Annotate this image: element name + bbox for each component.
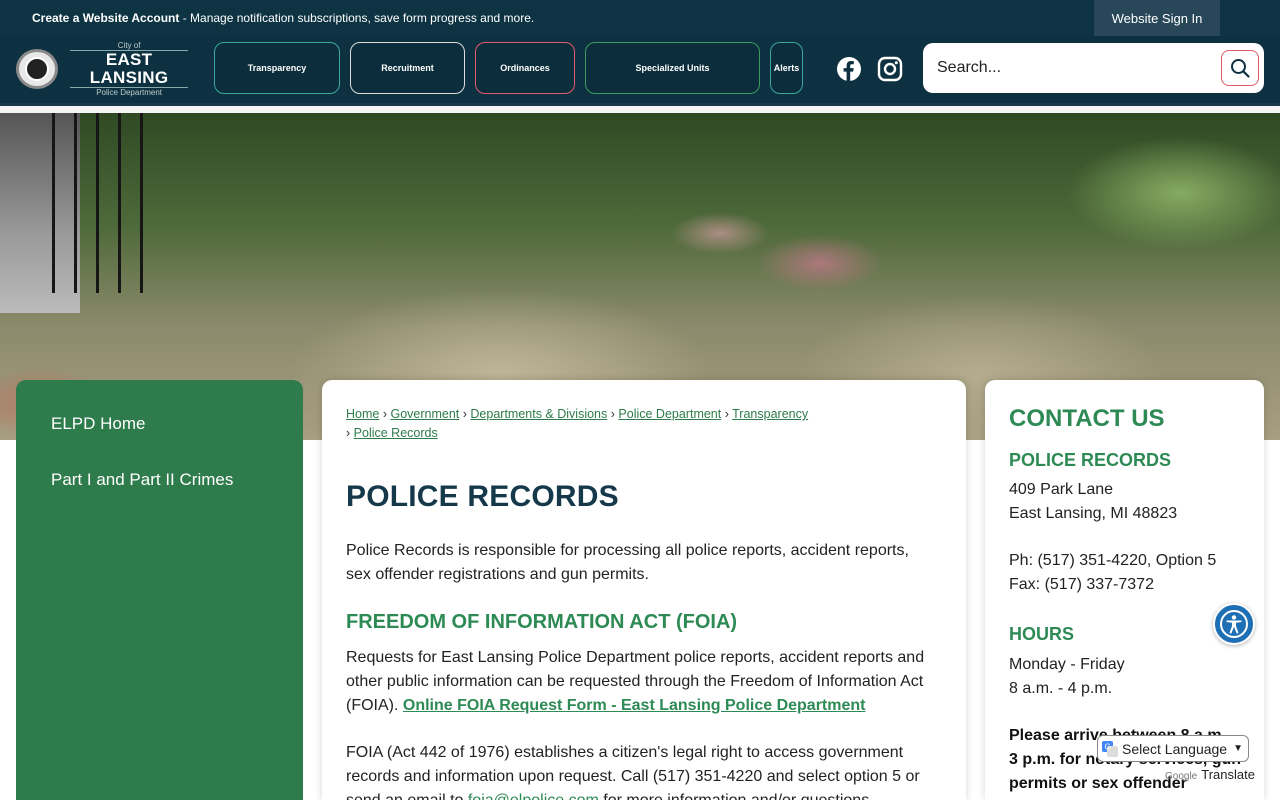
language-select[interactable]: G Select Language ▼ xyxy=(1097,735,1249,762)
breadcrumb-transparency[interactable]: Transparency xyxy=(732,407,808,421)
nav-specialized-units[interactable]: Specialized Units xyxy=(585,42,760,94)
chevron-down-icon: ▼ xyxy=(1233,743,1243,754)
hours-days: Monday - Friday xyxy=(1009,656,1125,673)
breadcrumb: Home › Government › Departments & Divisi… xyxy=(346,405,946,443)
breadcrumb-home[interactable]: Home xyxy=(346,407,379,421)
header-divider xyxy=(0,103,1280,113)
nav-ordinances[interactable]: Ordinances xyxy=(475,42,575,94)
fence-bar xyxy=(74,113,77,293)
site-logo[interactable]: City of EAST LANSING Police Department xyxy=(16,41,188,97)
accessibility-icon xyxy=(1220,610,1248,638)
create-account-link[interactable]: Create a Website Account xyxy=(32,11,179,25)
sidebar-item-crimes[interactable]: Part I and Part II Crimes xyxy=(51,470,233,490)
google-translate-attribution[interactable]: Google Translate xyxy=(1165,767,1255,782)
main-content: Home › Government › Departments & Divisi… xyxy=(322,380,966,800)
website-sign-in-button[interactable]: Website Sign In xyxy=(1094,0,1220,36)
police-badge-icon xyxy=(16,49,59,89)
breadcrumb-separator: › xyxy=(346,426,351,440)
section-sidebar: ELPD Home Part I and Part II Crimes xyxy=(16,380,303,800)
breadcrumb-separator: › xyxy=(462,407,467,421)
intro-text: Police Records is responsible for proces… xyxy=(346,542,909,583)
contact-address-line2: East Lansing, MI 48823 xyxy=(1009,505,1178,522)
banner-walkway xyxy=(0,113,80,313)
account-description: - Manage notification subscriptions, sav… xyxy=(179,11,535,25)
foia-heading: FREEDOM OF INFORMATION ACT (FOIA) xyxy=(346,611,738,633)
page-title: POLICE RECORDS xyxy=(346,480,619,513)
breadcrumb-current[interactable]: Police Records xyxy=(354,426,438,440)
fence-bar xyxy=(140,113,143,293)
translate-label: Translate xyxy=(1201,767,1255,782)
breadcrumb-police[interactable]: Police Department xyxy=(618,407,721,421)
sidebar-item-elpd-home[interactable]: ELPD Home xyxy=(51,414,145,434)
account-message: Create a Website Account - Manage notifi… xyxy=(32,11,534,25)
fence-bar xyxy=(118,113,121,293)
search-icon xyxy=(1231,59,1250,78)
svg-text:G: G xyxy=(1105,742,1111,751)
logo-dept: Police Department xyxy=(96,88,162,97)
foia-act-paragraph: FOIA (Act 442 of 1976) establishes a cit… xyxy=(346,741,936,800)
utility-bar: Create a Website Account - Manage notifi… xyxy=(0,0,1280,36)
google-wordmark: Google xyxy=(1165,771,1198,782)
nav-transparency[interactable]: Transparency xyxy=(214,42,340,94)
contact-address-line1: 409 Park Lane xyxy=(1009,481,1114,498)
breadcrumb-departments[interactable]: Departments & Divisions xyxy=(470,407,607,421)
google-translate-icon: G xyxy=(1102,740,1118,757)
instagram-icon[interactable] xyxy=(877,56,903,82)
foia-request-link[interactable]: Online FOIA Request Form - East Lansing … xyxy=(403,697,866,714)
breadcrumb-separator: › xyxy=(724,407,729,421)
contact-heading: CONTACT US xyxy=(1009,405,1165,432)
nav-recruitment[interactable]: Recruitment xyxy=(350,42,465,94)
nav-alerts[interactable]: Alerts xyxy=(770,42,803,94)
breadcrumb-government[interactable]: Government xyxy=(390,407,459,421)
contact-fax: Fax: (517) 337-7372 xyxy=(1009,576,1154,593)
hours-time: 8 a.m. - 4 p.m. xyxy=(1009,680,1113,697)
logo-name: EAST LANSING xyxy=(70,50,188,88)
breadcrumb-separator: › xyxy=(382,407,387,421)
search-input[interactable] xyxy=(937,53,1207,83)
breadcrumb-separator: › xyxy=(610,407,615,421)
fence-bar xyxy=(96,113,99,293)
foia-act-tail: for more information and/or questions. xyxy=(599,792,873,800)
contact-phone: Ph: (517) 351-4220, Option 5 xyxy=(1009,552,1217,569)
facebook-icon[interactable] xyxy=(836,56,862,82)
search-button[interactable] xyxy=(1221,50,1259,86)
language-select-label: Select Language xyxy=(1122,740,1228,757)
foia-email-link[interactable]: foia@elpolice.com xyxy=(468,792,599,800)
logo-city: City of xyxy=(117,41,141,50)
accessibility-button[interactable] xyxy=(1213,603,1255,645)
hours-heading: HOURS xyxy=(1009,624,1075,644)
fence-bar xyxy=(52,113,55,293)
foia-paragraph: Requests for East Lansing Police Departm… xyxy=(346,646,936,718)
contact-subheading: POLICE RECORDS xyxy=(1009,450,1172,470)
site-search xyxy=(923,43,1264,93)
